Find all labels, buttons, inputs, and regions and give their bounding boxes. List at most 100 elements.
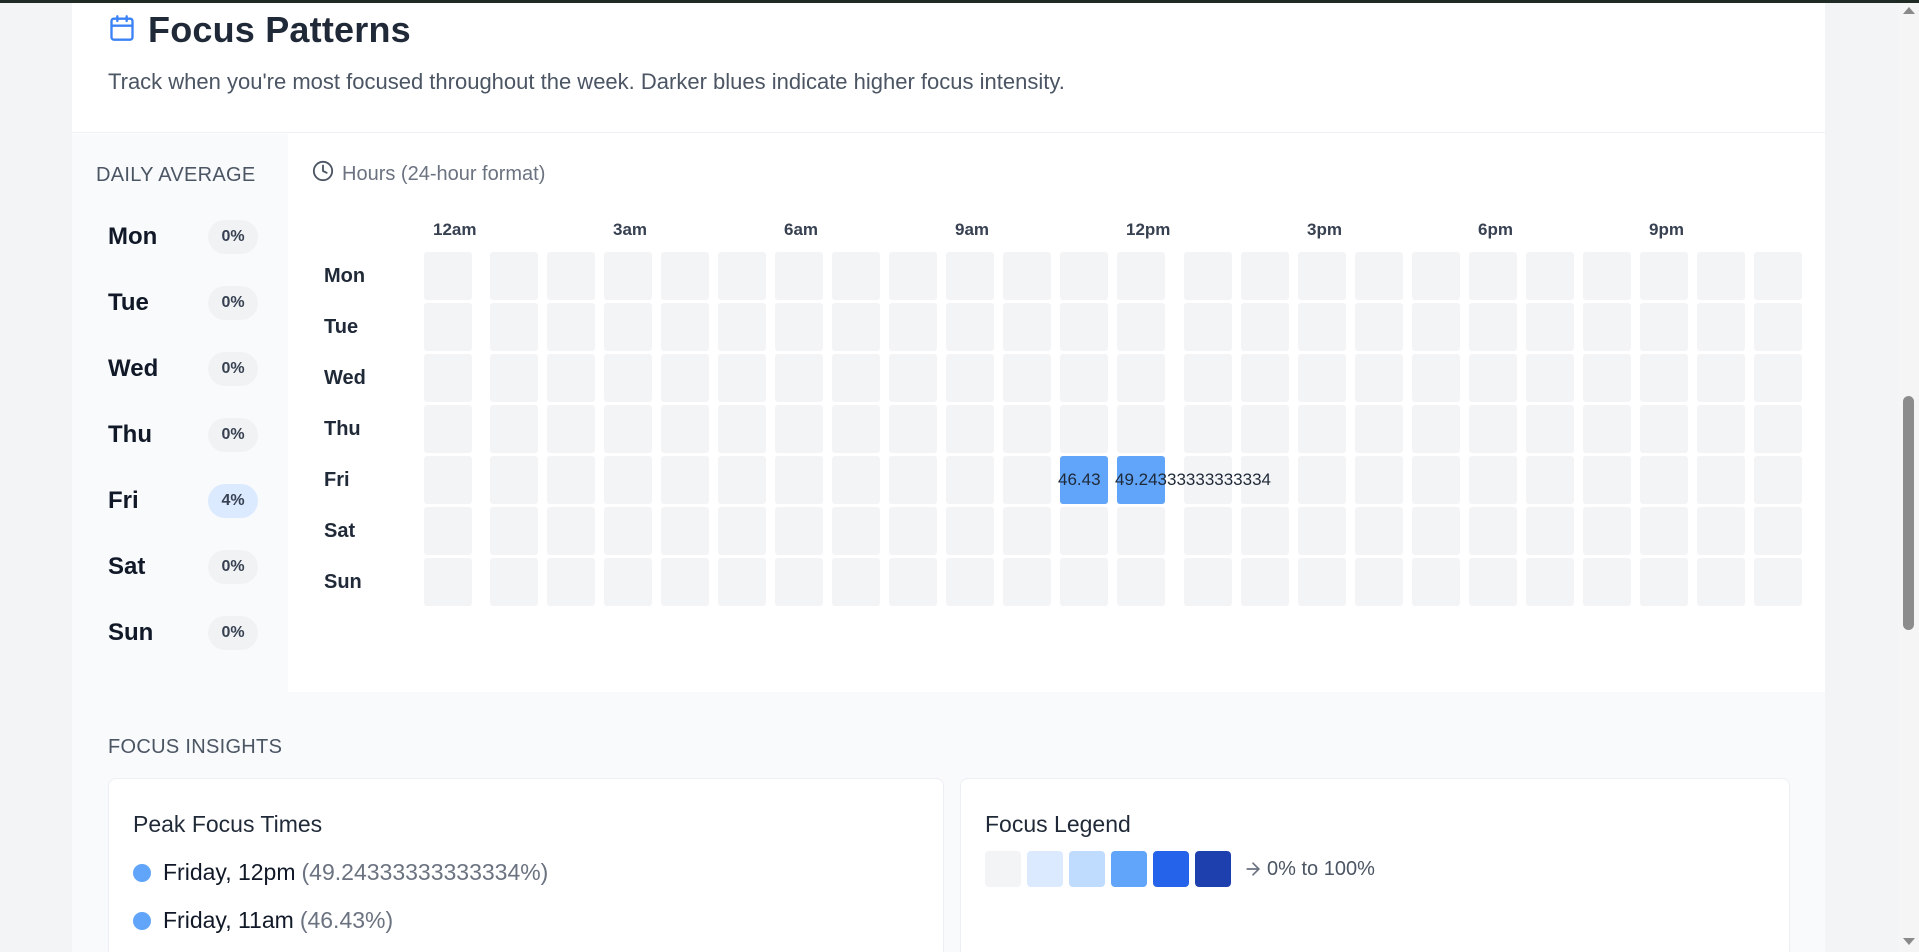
heatmap-cell[interactable] xyxy=(946,303,994,351)
heatmap-cell[interactable] xyxy=(1117,507,1165,555)
heatmap-cell[interactable] xyxy=(1526,405,1574,453)
heatmap-cell[interactable] xyxy=(1526,456,1574,504)
scrollbar-thumb[interactable] xyxy=(1903,396,1914,630)
heatmap-cell[interactable] xyxy=(1754,456,1802,504)
heatmap-cell[interactable] xyxy=(1469,558,1517,606)
heatmap-cell[interactable] xyxy=(832,252,880,300)
heatmap-cell[interactable] xyxy=(1298,354,1346,402)
heatmap-cell[interactable] xyxy=(1526,354,1574,402)
heatmap-cell[interactable] xyxy=(1526,303,1574,351)
heatmap-cell[interactable] xyxy=(832,456,880,504)
heatmap-cell[interactable] xyxy=(889,354,937,402)
heatmap-cell[interactable] xyxy=(1583,405,1631,453)
heatmap-cell[interactable] xyxy=(490,558,538,606)
heatmap-cell[interactable] xyxy=(1184,507,1232,555)
heatmap-cell[interactable] xyxy=(661,405,709,453)
heatmap-cell[interactable] xyxy=(1640,252,1688,300)
heatmap-cell[interactable] xyxy=(1060,405,1108,453)
heatmap-cell[interactable] xyxy=(1526,252,1574,300)
heatmap-cell[interactable] xyxy=(1184,354,1232,402)
heatmap-cell[interactable] xyxy=(1117,405,1165,453)
heatmap-cell[interactable] xyxy=(775,405,823,453)
heatmap-cell[interactable] xyxy=(1117,252,1165,300)
heatmap-cell[interactable] xyxy=(424,303,472,351)
heatmap-cell[interactable] xyxy=(1412,252,1460,300)
heatmap-cell[interactable] xyxy=(1355,405,1403,453)
heatmap-cell[interactable] xyxy=(1355,558,1403,606)
heatmap-cell[interactable] xyxy=(1003,456,1051,504)
heatmap-cell[interactable] xyxy=(424,252,472,300)
heatmap-cell[interactable] xyxy=(1184,252,1232,300)
heatmap-cell[interactable] xyxy=(604,507,652,555)
heatmap-cell[interactable] xyxy=(661,303,709,351)
heatmap-cell[interactable] xyxy=(490,354,538,402)
heatmap-cell[interactable] xyxy=(1003,354,1051,402)
heatmap-cell[interactable] xyxy=(1298,405,1346,453)
heatmap-cell[interactable] xyxy=(1697,456,1745,504)
heatmap-cell[interactable] xyxy=(1640,558,1688,606)
heatmap-cell[interactable] xyxy=(490,507,538,555)
heatmap-cell[interactable] xyxy=(490,252,538,300)
heatmap-cell[interactable] xyxy=(1241,303,1289,351)
heatmap-cell[interactable] xyxy=(547,456,595,504)
heatmap-cell[interactable] xyxy=(946,456,994,504)
heatmap-cell[interactable] xyxy=(1412,507,1460,555)
heatmap-cell[interactable] xyxy=(1117,558,1165,606)
heatmap-cell[interactable] xyxy=(775,354,823,402)
heatmap-cell[interactable] xyxy=(1583,507,1631,555)
heatmap-cell[interactable] xyxy=(1469,303,1517,351)
heatmap-cell[interactable] xyxy=(1298,456,1346,504)
heatmap-cell[interactable] xyxy=(661,354,709,402)
heatmap-cell[interactable] xyxy=(1355,507,1403,555)
heatmap-cell[interactable] xyxy=(424,405,472,453)
heatmap-cell[interactable] xyxy=(1754,558,1802,606)
heatmap-cell[interactable] xyxy=(1003,507,1051,555)
heatmap-cell[interactable] xyxy=(1697,252,1745,300)
heatmap-cell[interactable] xyxy=(1003,558,1051,606)
heatmap-cell[interactable] xyxy=(1754,507,1802,555)
heatmap-cell[interactable] xyxy=(1298,558,1346,606)
heatmap-cell[interactable] xyxy=(1583,354,1631,402)
heatmap-cell[interactable] xyxy=(718,252,766,300)
heatmap-cell[interactable] xyxy=(604,558,652,606)
heatmap-cell[interactable] xyxy=(1060,354,1108,402)
heatmap-cell[interactable] xyxy=(1241,252,1289,300)
heatmap-cell[interactable] xyxy=(1355,456,1403,504)
heatmap-cell[interactable] xyxy=(604,405,652,453)
heatmap-cell[interactable] xyxy=(718,507,766,555)
heatmap-cell[interactable] xyxy=(1583,252,1631,300)
heatmap-cell[interactable] xyxy=(832,303,880,351)
heatmap-cell[interactable] xyxy=(604,303,652,351)
vertical-scrollbar[interactable] xyxy=(1898,3,1919,952)
heatmap-cell[interactable] xyxy=(604,252,652,300)
heatmap-cell[interactable] xyxy=(1241,405,1289,453)
heatmap-cell[interactable] xyxy=(832,507,880,555)
heatmap-cell[interactable] xyxy=(1469,507,1517,555)
heatmap-cell[interactable] xyxy=(1412,558,1460,606)
heatmap-cell[interactable] xyxy=(1526,558,1574,606)
heatmap-cell[interactable] xyxy=(1412,405,1460,453)
heatmap-cell[interactable] xyxy=(490,405,538,453)
heatmap-cell[interactable] xyxy=(1583,303,1631,351)
heatmap-cell[interactable] xyxy=(775,507,823,555)
heatmap-cell[interactable] xyxy=(1060,558,1108,606)
heatmap-cell[interactable] xyxy=(718,354,766,402)
heatmap-cell[interactable] xyxy=(775,303,823,351)
heatmap-cell[interactable] xyxy=(718,405,766,453)
heatmap-cell[interactable] xyxy=(718,456,766,504)
heatmap-cell[interactable] xyxy=(889,507,937,555)
heatmap-cell[interactable] xyxy=(1754,252,1802,300)
heatmap-cell[interactable] xyxy=(1583,558,1631,606)
heatmap-cell[interactable] xyxy=(1060,252,1108,300)
heatmap-cell[interactable] xyxy=(718,303,766,351)
heatmap-cell[interactable] xyxy=(832,354,880,402)
heatmap-cell[interactable] xyxy=(889,456,937,504)
heatmap-cell[interactable] xyxy=(775,558,823,606)
heatmap-cell[interactable] xyxy=(1583,456,1631,504)
heatmap-cell[interactable] xyxy=(604,354,652,402)
heatmap-cell[interactable] xyxy=(1355,354,1403,402)
heatmap-cell[interactable] xyxy=(547,507,595,555)
heatmap-cell[interactable] xyxy=(832,405,880,453)
heatmap-cell[interactable] xyxy=(1117,354,1165,402)
heatmap-cell[interactable] xyxy=(661,558,709,606)
